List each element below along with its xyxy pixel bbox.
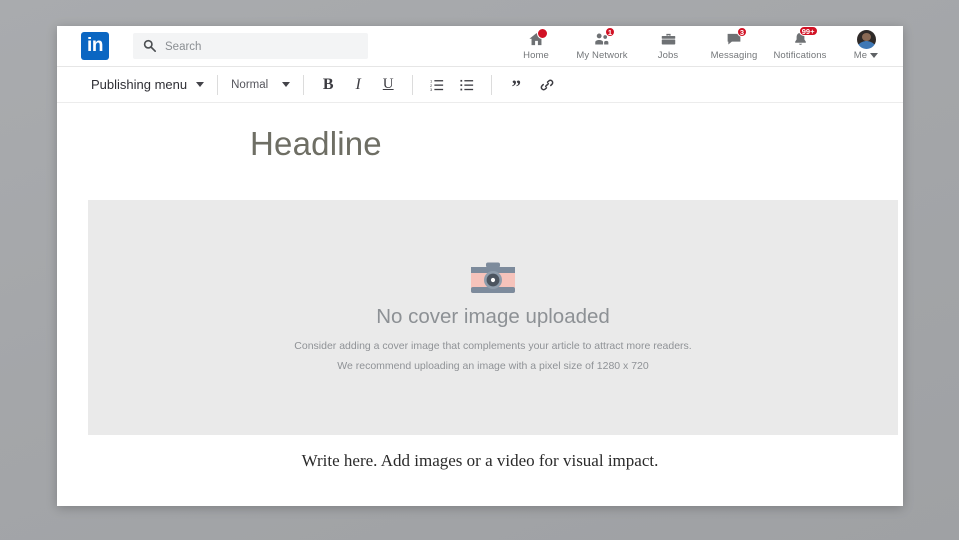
avatar xyxy=(856,30,876,49)
toolbar-divider xyxy=(412,74,414,95)
cover-image-upload-panel[interactable]: No cover image uploaded Consider adding … xyxy=(88,200,898,435)
nav-label-notifications: Notifications xyxy=(773,50,827,61)
nav-label-messaging: Messaging xyxy=(710,50,758,61)
nav-item-me[interactable]: Me xyxy=(833,26,899,66)
linkedin-logo[interactable]: in xyxy=(81,32,109,60)
paragraph-style-label: Normal xyxy=(231,78,269,91)
svg-text:3: 3 xyxy=(430,87,433,92)
search-box[interactable] xyxy=(133,33,368,61)
nav-item-home[interactable]: Home xyxy=(503,26,569,66)
chevron-down-icon xyxy=(196,82,205,87)
nav-label-home: Home xyxy=(523,50,549,61)
top-navigation-bar: in Home xyxy=(57,26,903,67)
camera-icon xyxy=(471,261,515,295)
ordered-list-button[interactable]: 1 2 3 xyxy=(426,74,448,96)
cover-hint-line-2: We recommend uploading an image with a p… xyxy=(337,360,649,372)
no-cover-image-title: No cover image uploaded xyxy=(376,305,610,328)
publishing-menu-dropdown[interactable]: Publishing menu xyxy=(91,77,205,92)
browser-window: in Home xyxy=(57,26,903,506)
toolbar-divider xyxy=(303,74,305,95)
cover-hint-line-1: Consider adding a cover image that compl… xyxy=(294,340,692,352)
nav-label-jobs: Jobs xyxy=(657,50,679,61)
jobs-icon xyxy=(660,30,677,49)
chevron-down-icon[interactable] xyxy=(870,52,879,58)
publishing-menu-label: Publishing menu xyxy=(91,77,188,92)
unordered-list-button[interactable] xyxy=(456,74,478,96)
my-network-icon: 1 xyxy=(593,27,615,49)
nav-item-jobs[interactable]: Jobs xyxy=(635,26,701,66)
headline-input[interactable]: Headline xyxy=(250,125,382,163)
italic-button[interactable]: I xyxy=(347,74,369,96)
nav-item-messaging[interactable]: 3 Messaging xyxy=(701,26,767,66)
article-editor: Headline No cover image uploaded Conside… xyxy=(57,103,903,506)
link-button[interactable] xyxy=(536,74,558,96)
nav-item-my-network[interactable]: 1 My Network xyxy=(569,26,635,66)
messaging-icon: 3 xyxy=(725,27,747,49)
paragraph-style-dropdown[interactable]: Normal xyxy=(231,78,291,91)
notifications-badge: 99+ xyxy=(798,26,818,36)
nav-label-me: Me xyxy=(853,50,868,61)
my-network-badge: 1 xyxy=(604,27,615,37)
editor-toolbar: Publishing menu Normal B I U 1 2 3 ” xyxy=(57,67,903,103)
search-input[interactable] xyxy=(163,33,362,61)
toolbar-divider xyxy=(217,74,219,95)
article-body-input[interactable]: Write here. Add images or a video for vi… xyxy=(57,451,903,471)
messaging-badge: 3 xyxy=(736,27,747,37)
search-icon xyxy=(143,39,156,52)
chevron-down-icon xyxy=(282,82,291,87)
underline-button[interactable]: U xyxy=(377,74,399,96)
bold-button[interactable]: B xyxy=(317,74,339,96)
nav-items: Home 1 My Network Jobs 3 Messaging 99+ N… xyxy=(503,26,899,66)
quote-button[interactable]: ” xyxy=(505,70,527,99)
notifications-icon: 99+ xyxy=(792,26,818,49)
home-icon xyxy=(528,28,548,49)
nav-label-my-network: My Network xyxy=(576,50,628,61)
nav-item-notifications[interactable]: 99+ Notifications xyxy=(767,26,833,66)
toolbar-divider xyxy=(491,74,493,95)
home-badge xyxy=(536,28,548,39)
